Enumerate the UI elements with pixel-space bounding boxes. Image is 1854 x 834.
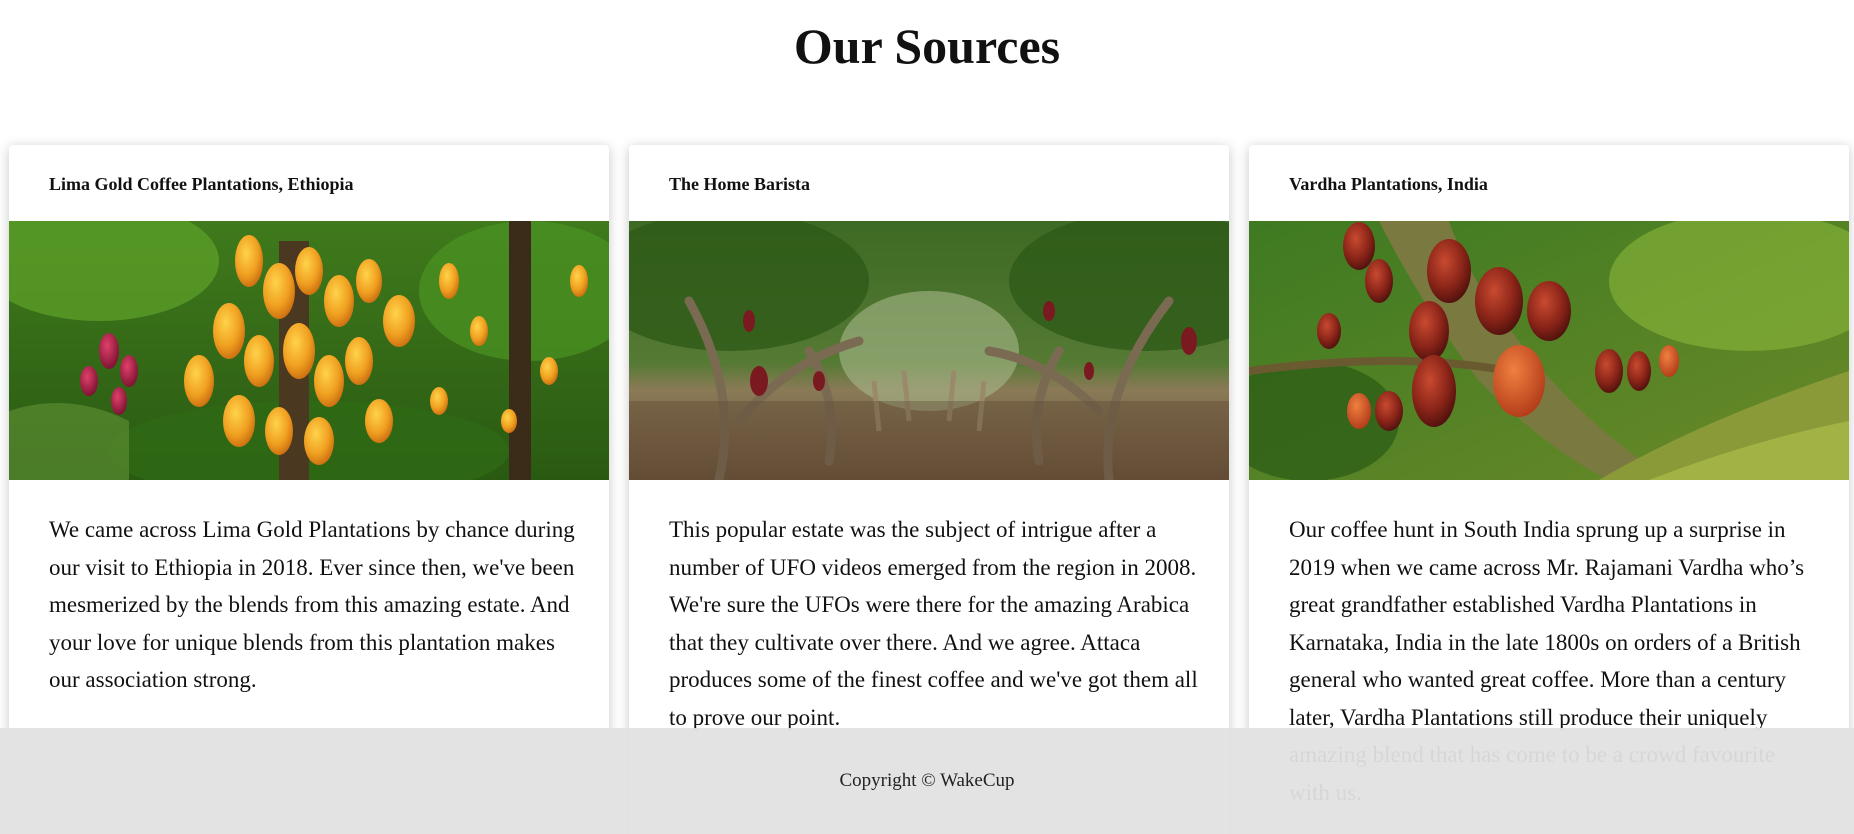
card-title: Lima Gold Coffee Plantations, Ethiopia	[49, 174, 354, 194]
page-footer: Copyright © WakeCup	[0, 728, 1854, 834]
copyright-text: Copyright © WakeCup	[839, 770, 1015, 791]
page-title: Our Sources	[793, 18, 1061, 74]
card-title: Vardha Plantations, India	[1289, 174, 1488, 194]
card-title: The Home Barista	[669, 174, 810, 194]
cacao-pods-red-image	[1249, 221, 1849, 480]
card-description: This popular estate was the subject of i…	[669, 517, 1198, 730]
plantation-orchard-image	[629, 221, 1229, 480]
cacao-pods-orange-image	[9, 221, 609, 480]
card-description: We came across Lima Gold Plantations by …	[49, 517, 575, 692]
